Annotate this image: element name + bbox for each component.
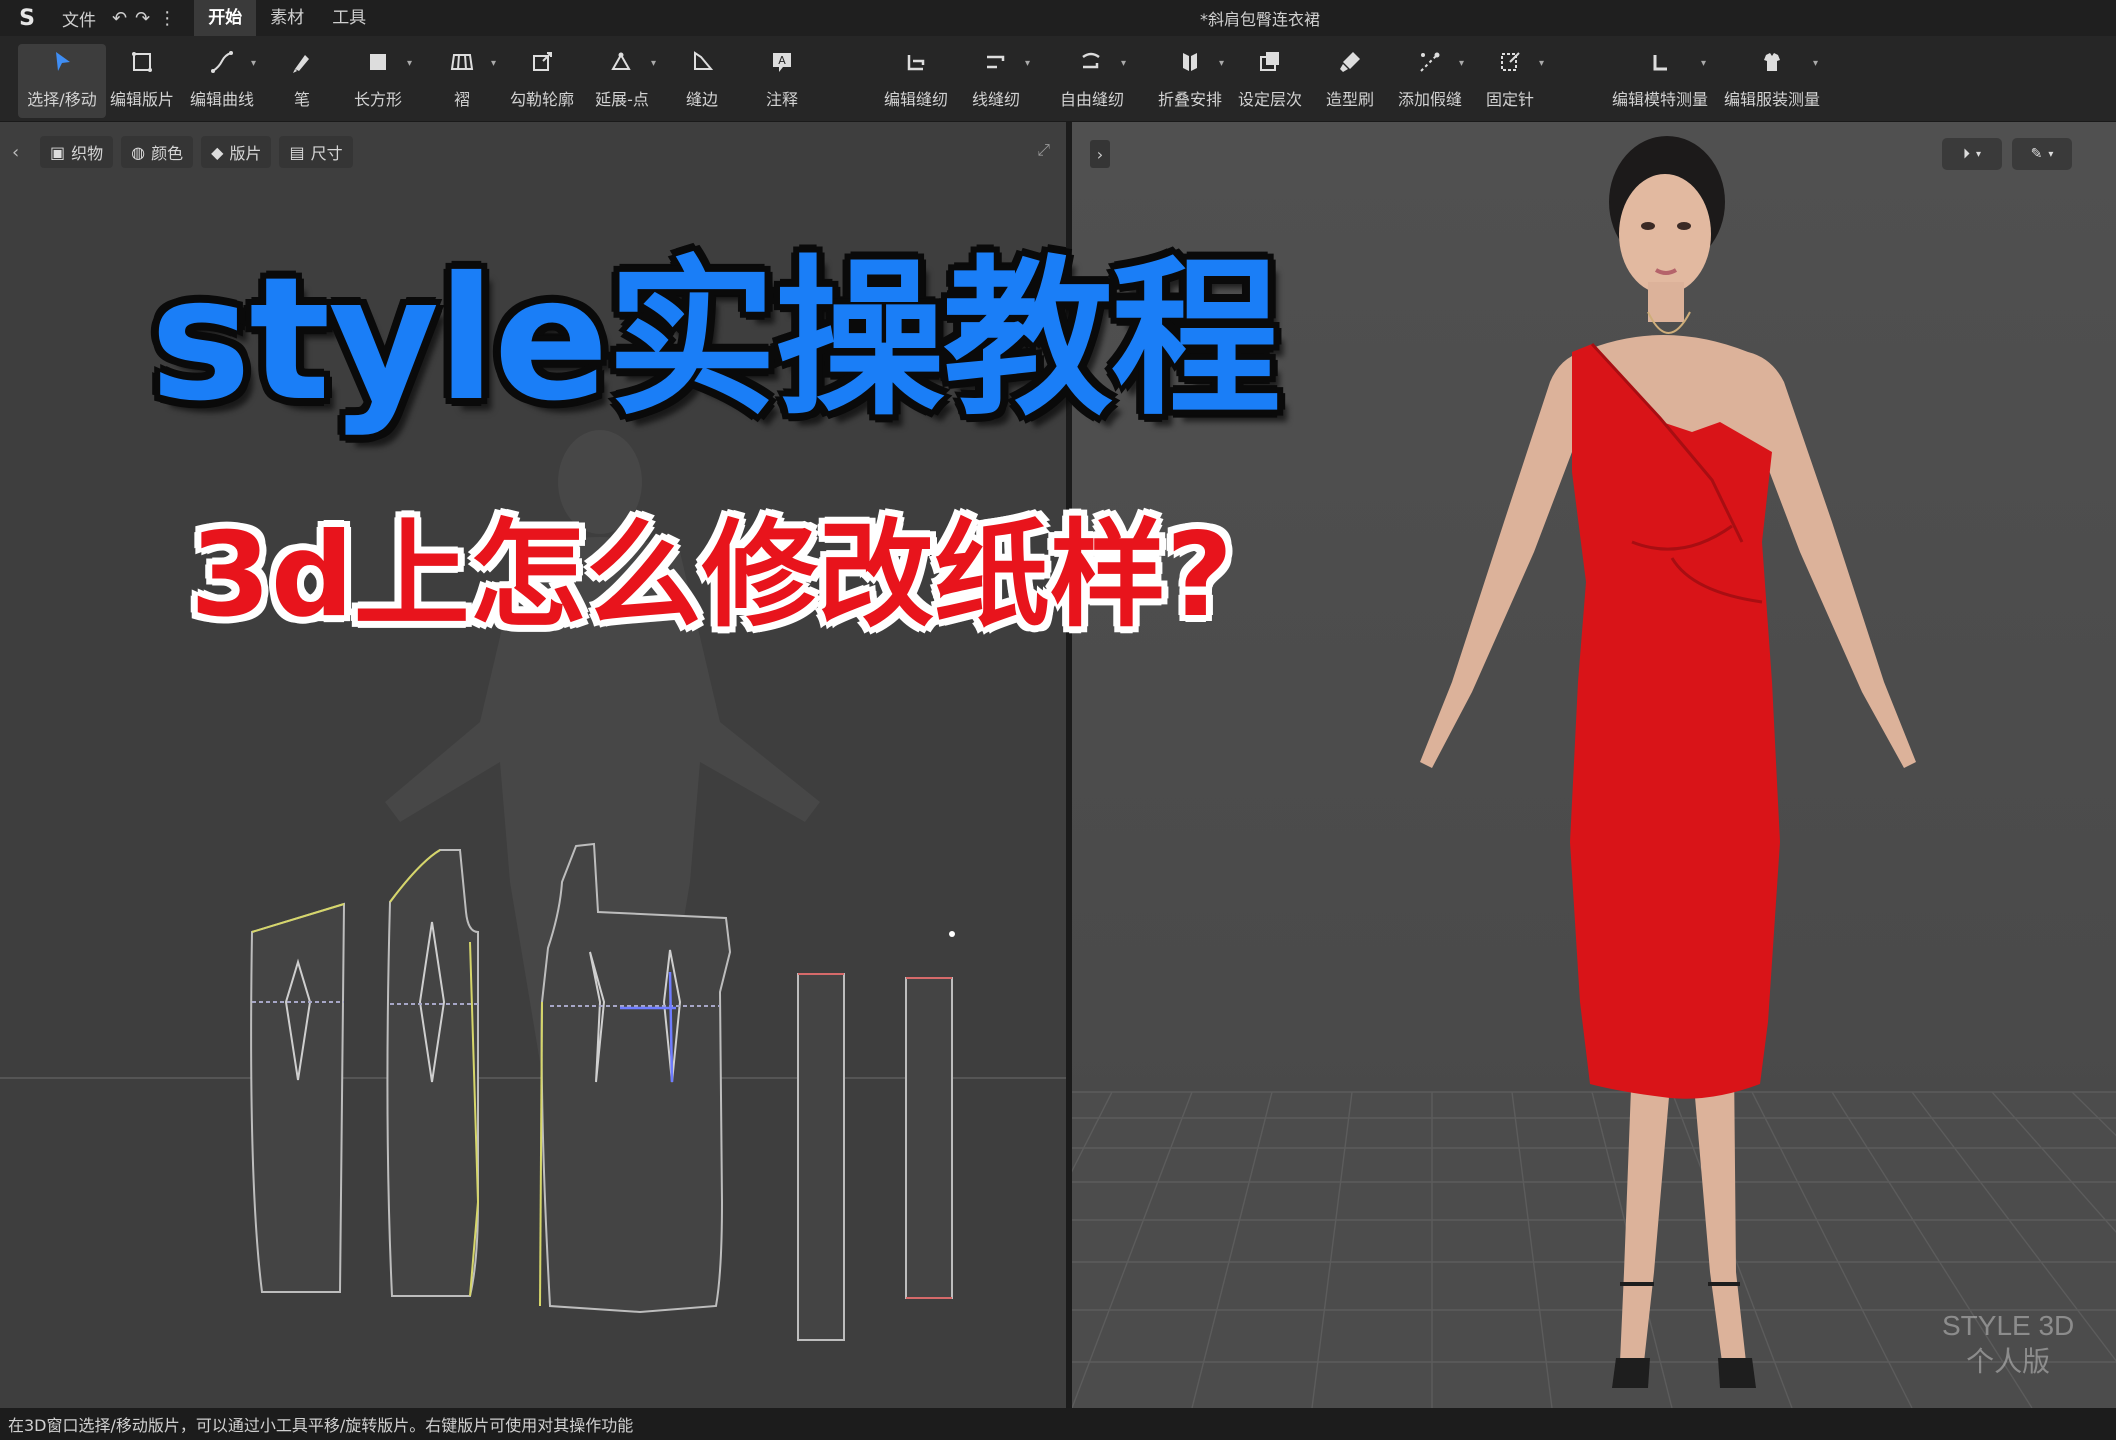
annotation-icon: A <box>767 44 797 80</box>
tool-extend-point[interactable]: 延展-点 ▾ <box>578 44 666 118</box>
chevron-down-icon[interactable]: ▾ <box>1219 58 1224 69</box>
tool-label: 长方形 <box>353 90 402 109</box>
tool-pin[interactable]: 固定针 ▾ <box>1466 44 1554 118</box>
tab-materials[interactable]: 素材 <box>256 0 318 36</box>
chevron-down-icon[interactable]: ▾ <box>1539 58 1544 69</box>
pleat-icon <box>447 44 477 80</box>
tool-add-tack[interactable]: 添加假缝 ▾ <box>1386 44 1474 118</box>
pin-icon <box>1495 44 1525 80</box>
pen-icon <box>287 44 317 80</box>
chevron-down-icon[interactable]: ▾ <box>491 58 496 69</box>
tool-seam-allowance[interactable]: 缝边 <box>658 44 746 118</box>
tool-shape-brush[interactable]: 造型刷 <box>1306 44 1394 118</box>
tool-edit-sewing[interactable]: 编辑缝纫 <box>872 44 960 118</box>
tool-edit-curve[interactable]: 编辑曲线 ▾ <box>178 44 266 118</box>
app-logo: S <box>19 5 35 31</box>
menu-bar: S 文件 ↶ ↷ ⋮ 开始 素材 工具 *斜肩包臀连衣裙 <box>0 0 2116 36</box>
tool-label: 注释 <box>765 90 798 109</box>
tool-label: 固定针 <box>1485 90 1534 109</box>
tool-pen[interactable]: 笔 <box>258 44 346 118</box>
tool-label: 编辑曲线 <box>189 90 254 109</box>
select-arrow-icon <box>47 44 77 80</box>
tool-line-sewing[interactable]: 线缝纫 ▾ <box>952 44 1040 118</box>
chevron-down-icon[interactable]: ▾ <box>1701 58 1706 69</box>
overlay-title: style实操教程 <box>150 241 1281 439</box>
style3d-watermark: STYLE 3D 个人版 <box>1942 1308 2074 1380</box>
garment-measure-icon <box>1757 44 1787 80</box>
tool-pleat[interactable]: 褶 ▾ <box>418 44 506 118</box>
seam-allowance-icon <box>687 44 717 80</box>
tool-annotation[interactable]: A 注释 <box>738 44 826 118</box>
tool-label: 缝边 <box>685 90 718 109</box>
tool-rectangle[interactable]: 长方形 ▾ <box>334 44 422 118</box>
tool-label: 折叠安排 <box>1157 90 1222 109</box>
tool-label: 褶 <box>453 90 470 109</box>
chevron-down-icon[interactable]: ▾ <box>1121 58 1126 69</box>
chevron-down-icon[interactable]: ▾ <box>251 58 256 69</box>
main-toolbar: 选择/移动 编辑版片 编辑曲线 ▾ 笔 长方形 ▾ 褶 ▾ 勾勒轮廓 延展-点 … <box>0 36 2116 122</box>
tab-start[interactable]: 开始 <box>194 0 257 36</box>
tool-label: 造型刷 <box>1325 90 1374 109</box>
tool-free-sewing[interactable]: 自由缝纫 ▾ <box>1048 44 1136 118</box>
more-icon[interactable]: ⋮ <box>158 8 176 29</box>
dress-garment[interactable] <box>1570 342 1780 1099</box>
tool-label: 编辑模特测量 <box>1611 90 1708 109</box>
tool-label: 设定层次 <box>1237 90 1302 109</box>
status-text: 在3D窗口选择/移动版片，可以通过小工具平移/旋转版片。右键版片可使用对其操作功… <box>8 1416 634 1435</box>
tool-fold-arrange[interactable]: 折叠安排 ▾ <box>1146 44 1234 118</box>
extend-point-icon <box>607 44 637 80</box>
line-sewing-icon <box>981 44 1011 80</box>
pattern-piece-back[interactable] <box>250 902 346 1293</box>
tool-set-layer[interactable]: 设定层次 <box>1226 44 1314 118</box>
add-tack-icon <box>1415 44 1445 80</box>
chevron-down-icon[interactable]: ▾ <box>651 58 656 69</box>
tool-label: 编辑缝纫 <box>883 90 948 109</box>
shape-brush-icon <box>1335 44 1365 80</box>
tool-label: 勾勒轮廓 <box>509 90 574 109</box>
tool-label: 选择/移动 <box>27 90 97 109</box>
pattern-piece-side-front[interactable] <box>386 849 480 1297</box>
trace-outline-icon <box>527 44 557 80</box>
pattern-piece-front[interactable] <box>539 842 732 1314</box>
undo-icon[interactable]: ↶ <box>112 8 127 29</box>
edit-curve-icon <box>207 44 237 80</box>
tool-label: 编辑版片 <box>109 90 174 109</box>
free-sewing-icon <box>1077 44 1107 80</box>
tab-tools[interactable]: 工具 <box>318 0 380 36</box>
tool-select-move[interactable]: 选择/移动 <box>18 44 106 118</box>
set-layer-icon <box>1255 44 1285 80</box>
edit-pattern-icon <box>127 44 157 80</box>
tool-label: 编辑服装测量 <box>1723 90 1820 109</box>
tool-label: 自由缝纫 <box>1059 90 1124 109</box>
watermark-line2: 个人版 <box>1966 1346 2051 1377</box>
svg-text:A: A <box>778 54 786 67</box>
overlay-subtitle: 3d上怎么修改纸样? <box>190 508 1234 643</box>
tool-label: 线缝纫 <box>971 90 1020 109</box>
watermark-line1: STYLE 3D <box>1942 1310 2075 1341</box>
selection-point <box>949 931 955 937</box>
tool-label: 添加假缝 <box>1397 90 1462 109</box>
fold-arrange-icon <box>1175 44 1205 80</box>
status-bar: 在3D窗口选择/移动版片，可以通过小工具平移/旋转版片。右键版片可使用对其操作功… <box>0 1408 2116 1440</box>
tool-label: 延展-点 <box>595 90 649 109</box>
chevron-down-icon[interactable]: ▾ <box>1025 58 1030 69</box>
rectangle-icon <box>363 44 393 80</box>
tool-garment-measure[interactable]: 编辑服装测量 ▾ <box>1716 44 1828 118</box>
tool-label: 笔 <box>293 90 310 109</box>
pattern-piece-strap-a[interactable] <box>797 973 845 1341</box>
avatar-measure-icon <box>1645 44 1675 80</box>
tool-avatar-measure[interactable]: 编辑模特测量 ▾ <box>1604 44 1716 118</box>
pattern-piece-strap-b[interactable] <box>905 977 953 1299</box>
tool-edit-pattern[interactable]: 编辑版片 <box>98 44 186 118</box>
menu-file[interactable]: 文件 <box>62 6 96 31</box>
edit-sewing-icon <box>901 44 931 80</box>
redo-icon[interactable]: ↷ <box>135 8 150 29</box>
chevron-down-icon[interactable]: ▾ <box>1459 58 1464 69</box>
chevron-down-icon[interactable]: ▾ <box>407 58 412 69</box>
ribbon-tabs: 开始 素材 工具 <box>194 0 380 36</box>
tool-trace-outline[interactable]: 勾勒轮廓 <box>498 44 586 118</box>
chevron-down-icon[interactable]: ▾ <box>1813 58 1818 69</box>
